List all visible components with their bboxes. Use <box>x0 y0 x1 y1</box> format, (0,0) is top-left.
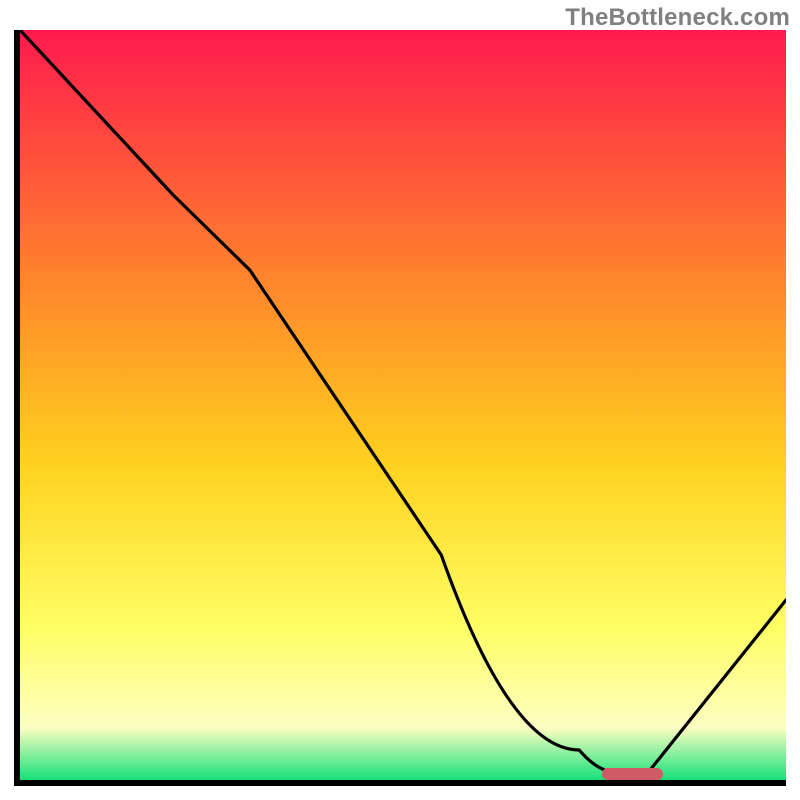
plot-area <box>20 30 786 780</box>
optimal-range-marker <box>602 768 663 780</box>
chart-container: TheBottleneck.com <box>0 0 800 800</box>
bottleneck-curve <box>20 30 786 780</box>
watermark-text: TheBottleneck.com <box>565 4 790 32</box>
plot-axes <box>14 30 786 786</box>
